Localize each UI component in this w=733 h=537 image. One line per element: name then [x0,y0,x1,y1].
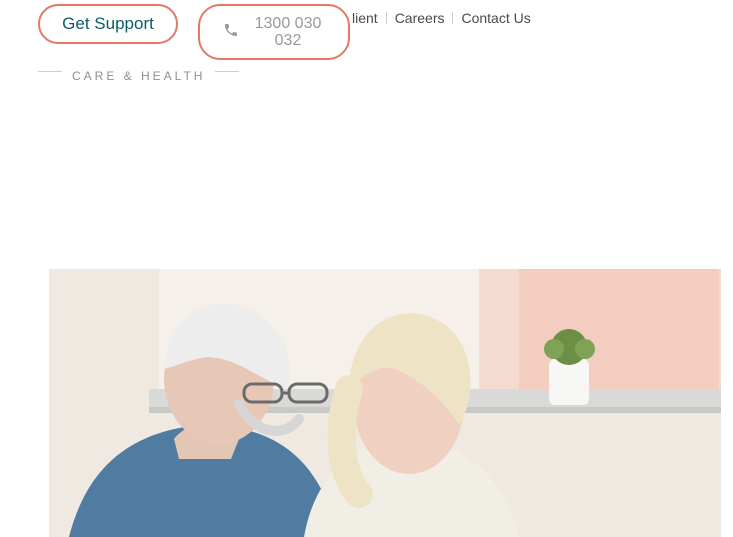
tagline-text: CARE & HEALTH [72,69,206,80]
hero-image [49,269,721,537]
tagline-line-left [38,70,62,72]
phone-icon [223,22,239,43]
phone-number-line1: 1300 030 [254,15,322,32]
nav-link-client[interactable]: lient [352,10,378,26]
logo-tagline: CARE & HEALTH [38,62,240,80]
nav-link-contact-us[interactable]: Contact Us [461,10,530,26]
nav-separator [452,12,454,24]
nav-separator [385,12,387,24]
get-support-label: Get Support [62,14,154,33]
nav-link-careers[interactable]: Careers [395,10,445,26]
tagline-line-right [215,70,240,72]
get-support-button[interactable]: Get Support [38,4,178,44]
phone-number: 1300 030 032 [251,15,325,49]
hero-photo [49,269,721,537]
phone-number-line2: 032 [274,32,302,49]
phone-button[interactable]: 1300 030 032 [198,4,350,60]
top-nav: lient Careers Contact Us [352,10,531,26]
